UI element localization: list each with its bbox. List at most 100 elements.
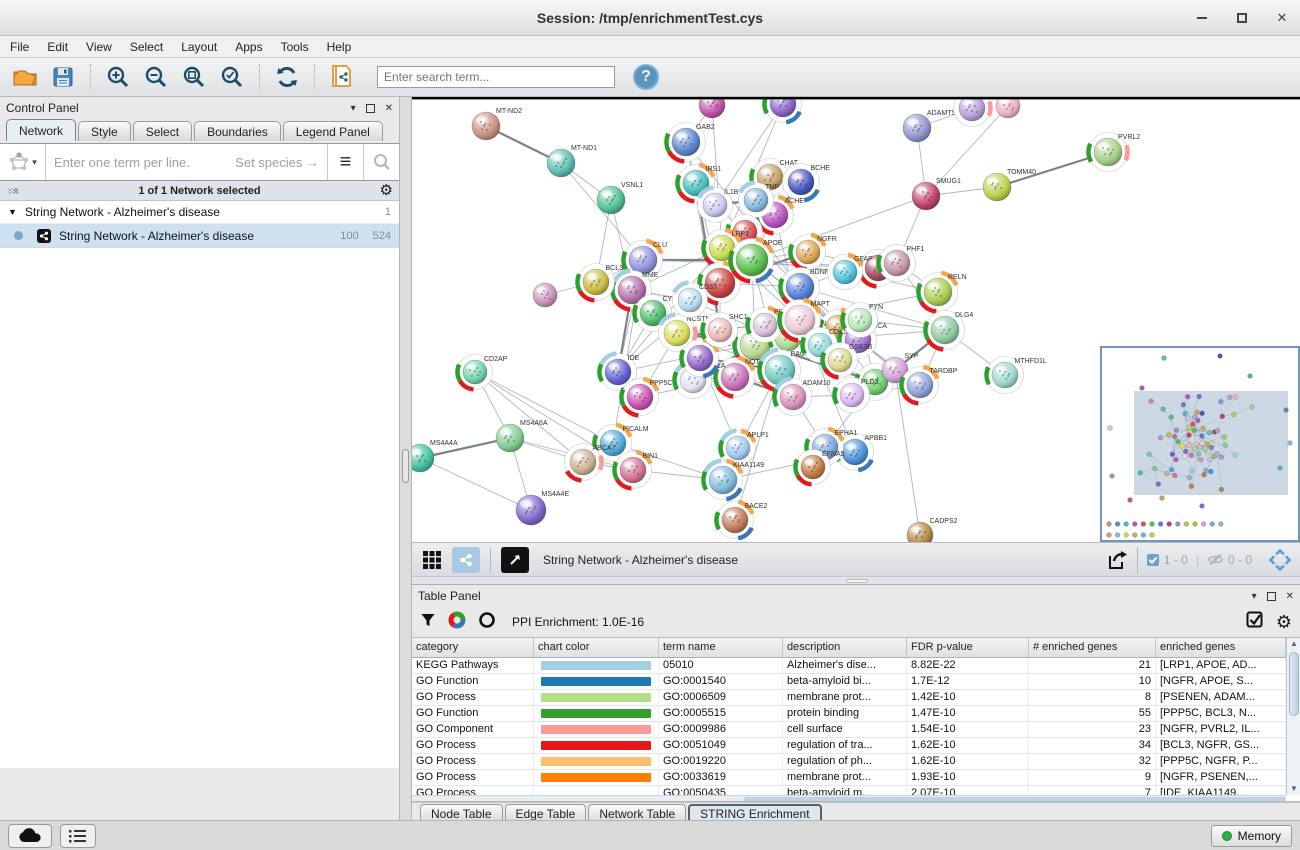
scroll-up-icon[interactable]: ▲ [1288,638,1300,650]
table-row[interactable]: GO ProcessGO:0033619membrane prot...1.93… [412,770,1300,786]
scroll-down-icon[interactable]: ▼ [1288,783,1300,795]
menu-edit[interactable]: Edit [47,40,68,54]
network-node-BCHE[interactable]: BCHE [783,164,831,201]
network-node-DLG4[interactable]: DLG4 [926,311,974,350]
network-node-MS4A4E[interactable]: MS4A4E [516,491,569,525]
maximize-button[interactable] [1234,10,1250,26]
table-row[interactable]: GO FunctionGO:0005515protein binding1.47… [412,706,1300,722]
tree-expanded-icon[interactable]: ▼ [8,207,17,217]
network-node-n1[interactable] [699,97,725,118]
species-hint[interactable]: Set species → [235,155,327,170]
menu-help[interactable]: Help [327,40,352,54]
string-query-input[interactable]: Enter one term per line. [46,155,235,170]
panel-splitter-horizontal[interactable] [412,576,1300,585]
network-node-ADAM10[interactable]: ADAM10 [775,379,831,416]
ring-chart-button[interactable] [478,611,496,634]
tab-legend-panel[interactable]: Legend Panel [283,121,383,141]
network-node-PPP5C[interactable]: PPP5C [622,379,673,416]
network-node-CD2AP[interactable]: CD2AP [458,355,508,390]
string-options-button[interactable]: ≡ [327,144,363,180]
refresh-button[interactable] [270,61,304,93]
expand-all-button[interactable]: « [9,187,23,194]
export-view-button[interactable] [1103,547,1131,573]
network-node-MT-ND1[interactable]: MT-ND1 [547,145,597,177]
table-row[interactable]: GO ProcessGO:0050435beta-amyloid m...2.0… [412,786,1300,795]
column-header-term-name[interactable]: term name [659,638,783,657]
network-node-ABCA7[interactable]: ABCA7 [565,444,616,481]
zoom-in-button[interactable] [101,61,135,93]
panel-close-button[interactable]: ✕ [1286,591,1294,602]
network-node-TARDBP[interactable]: TARDBP [902,367,958,404]
birds-eye-view[interactable] [1100,346,1300,542]
network-node-n4[interactable] [996,97,1020,118]
table-row[interactable]: GO ProcessGO:0019220regulation of ph...1… [412,754,1300,770]
column-header-FDR-p-value[interactable]: FDR p-value [907,638,1029,657]
scrollbar-thumb[interactable] [744,797,1286,802]
network-node-SMUG1[interactable]: SMUG1 [912,178,961,210]
column-header-enriched-genes[interactable]: enriched genes [1156,638,1286,657]
tab-boundaries[interactable]: Boundaries [194,121,281,141]
network-node-TOMM40[interactable]: TOMM40 [983,169,1036,201]
network-node-MTHFD1L[interactable]: MTHFD1L [987,357,1047,394]
menu-apps[interactable]: Apps [235,40,262,54]
table-row[interactable]: GO ComponentGO:0009986cell surface1.54E-… [412,722,1300,738]
table-vertical-scrollbar[interactable]: ▲ ▼ [1286,638,1300,795]
network-node-MT-ND2[interactable]: MT-ND2 [472,108,522,140]
network-node-KIAA1149[interactable]: KIAA1149 [704,461,765,500]
menu-layout[interactable]: Layout [181,40,217,54]
zoom-selected-button[interactable] [215,61,249,93]
string-search-button[interactable] [363,144,399,180]
export-network-button[interactable] [325,61,359,93]
table-row[interactable]: GO FunctionGO:0001540beta-amyloid bi...1… [412,674,1300,690]
network-node-BIN1[interactable]: BIN1 [615,452,659,489]
network-node-FYN[interactable]: FYN [843,303,884,338]
network-node-n5[interactable] [533,283,557,307]
menu-tools[interactable]: Tools [281,40,309,54]
table-row[interactable]: GO ProcessGO:0051049regulation of tra...… [412,738,1300,754]
open-session-button[interactable] [8,61,42,93]
panel-float-button[interactable] [366,104,375,113]
string-logo-button[interactable]: ▾ [0,144,46,180]
table-row[interactable]: GO ProcessGO:0006509membrane prot...1.42… [412,690,1300,706]
network-node-VSNL1[interactable]: VSNL1 [597,182,643,214]
save-session-button[interactable] [46,61,80,93]
network-node-IL1B[interactable]: IL1B [698,188,739,223]
network-node-PVRL2[interactable]: PVRL2 [1089,133,1141,172]
network-node-MS4A4A[interactable]: MS4A4A [412,440,458,472]
chart-button[interactable] [448,611,466,634]
network-node-n3[interactable] [954,97,991,127]
panel-menu-button[interactable]: ▾ [351,103,356,114]
network-collection-row[interactable]: ▼ String Network - Alzheimer's disease 1 [0,201,399,224]
help-button[interactable]: ? [633,64,659,90]
panel-menu-button[interactable]: ▾ [1252,591,1257,602]
panel-splitter-vertical[interactable] [400,97,412,820]
splitter-handle[interactable] [846,579,868,583]
column-header-chart-color[interactable]: chart color [534,638,659,657]
table-horizontal-scrollbar[interactable] [412,795,1286,802]
tab-style[interactable]: Style [78,121,131,141]
cloud-button[interactable] [8,824,52,848]
search-input[interactable] [377,66,615,88]
navigator-button[interactable] [1266,547,1294,573]
minimize-button[interactable] [1194,10,1210,26]
grid-view-button[interactable] [418,547,446,573]
scrollbar-thumb[interactable] [1289,652,1299,716]
close-button[interactable]: ✕ [1274,10,1290,26]
menu-view[interactable]: View [86,40,112,54]
network-node-BACE2[interactable]: BACE2 [717,502,768,539]
network-node-ADAMTS2[interactable]: ADAMTS2 [903,110,960,142]
table-settings-gear-button[interactable]: ⚙ [1276,613,1292,631]
panel-float-button[interactable] [1267,592,1276,601]
tab-network[interactable]: Network [6,119,76,141]
panel-close-button[interactable]: ✕ [385,103,393,114]
column-header-category[interactable]: category [412,638,534,657]
filter-button[interactable] [420,612,436,633]
string-view-button[interactable] [452,547,480,573]
network-node-APOE[interactable]: APOE [731,239,783,282]
zoom-fit-button[interactable] [177,61,211,93]
network-node-RELN[interactable]: RELN [919,273,967,312]
select-all-button[interactable] [1246,611,1264,634]
tab-select[interactable]: Select [133,121,192,141]
network-node-PHF1[interactable]: PHF1 [879,245,925,282]
network-options-gear-button[interactable]: ⚙ [380,183,393,198]
